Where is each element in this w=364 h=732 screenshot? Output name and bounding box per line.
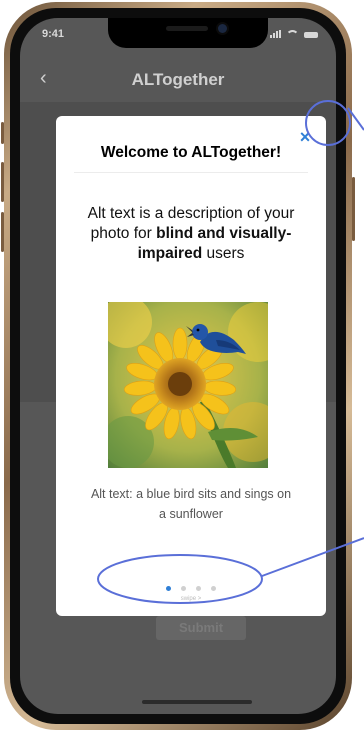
page-dot-4[interactable] xyxy=(211,586,216,591)
power-button xyxy=(352,177,355,241)
notch xyxy=(108,18,268,48)
welcome-modal: × Welcome to ALTogether! Alt text is a d… xyxy=(56,116,326,616)
page-title: ALTogether xyxy=(131,70,225,89)
wifi-icon xyxy=(286,30,299,38)
pagination-dots[interactable] xyxy=(56,586,326,591)
alt-text-caption: Alt text: a blue bird sits and sings on … xyxy=(90,487,292,521)
example-photo xyxy=(108,302,268,468)
description-text-end: users xyxy=(202,245,245,262)
modal-description: Alt text is a description of your photo … xyxy=(72,204,310,264)
submit-button[interactable]: Submit xyxy=(156,616,246,640)
page-dot-1[interactable] xyxy=(166,586,171,591)
home-indicator xyxy=(142,700,252,704)
swipe-hint: swipe > xyxy=(180,596,202,602)
divider xyxy=(74,172,308,173)
volume-down-button xyxy=(1,212,4,252)
volume-up-button xyxy=(1,162,4,202)
status-icons xyxy=(270,30,318,38)
modal-title: Welcome to ALTogether! xyxy=(100,144,282,161)
battery-icon xyxy=(304,32,318,38)
phone-bezel: 9:41 ‹ ALTogether Submit × Welcome to AL… xyxy=(10,8,346,724)
page-dot-2[interactable] xyxy=(181,586,186,591)
signal-icon xyxy=(270,30,281,38)
status-time: 9:41 xyxy=(42,28,65,40)
mute-switch xyxy=(1,122,4,144)
page-dot-3[interactable] xyxy=(196,586,201,591)
front-camera xyxy=(218,24,227,33)
phone-frame: 9:41 ‹ ALTogether Submit × Welcome to AL… xyxy=(1,2,355,730)
phone-screen: 9:41 ‹ ALTogether Submit × Welcome to AL… xyxy=(20,18,336,714)
sunflower-bird-photo xyxy=(108,302,268,468)
speaker-grille xyxy=(166,26,208,31)
app-header: ‹ ALTogether xyxy=(20,62,336,98)
